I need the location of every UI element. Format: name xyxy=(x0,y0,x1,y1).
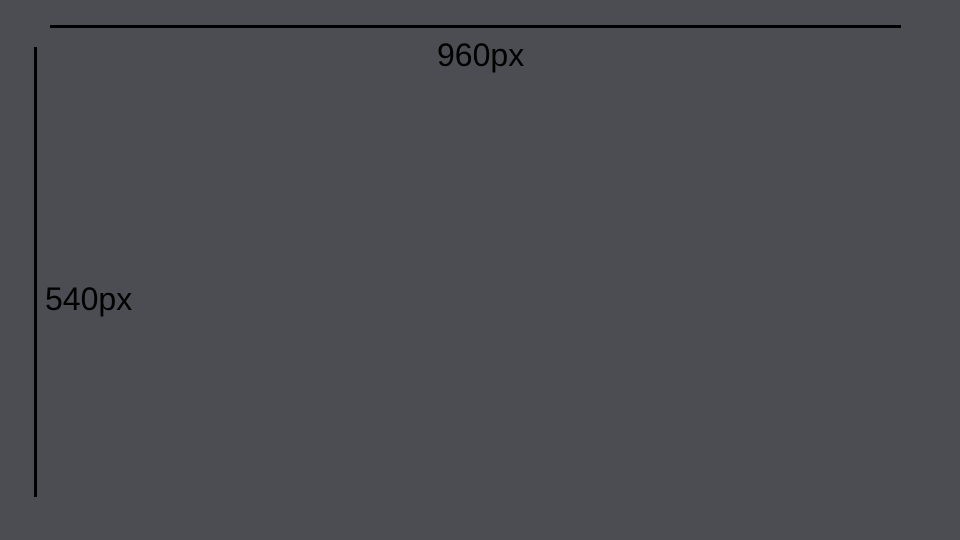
height-dimension-label: 540px xyxy=(45,281,133,317)
height-dimension-line xyxy=(34,47,37,497)
width-dimension-line xyxy=(50,25,901,28)
width-dimension-label: 960px xyxy=(437,37,525,73)
placeholder-canvas: 960px 540px xyxy=(0,0,960,540)
